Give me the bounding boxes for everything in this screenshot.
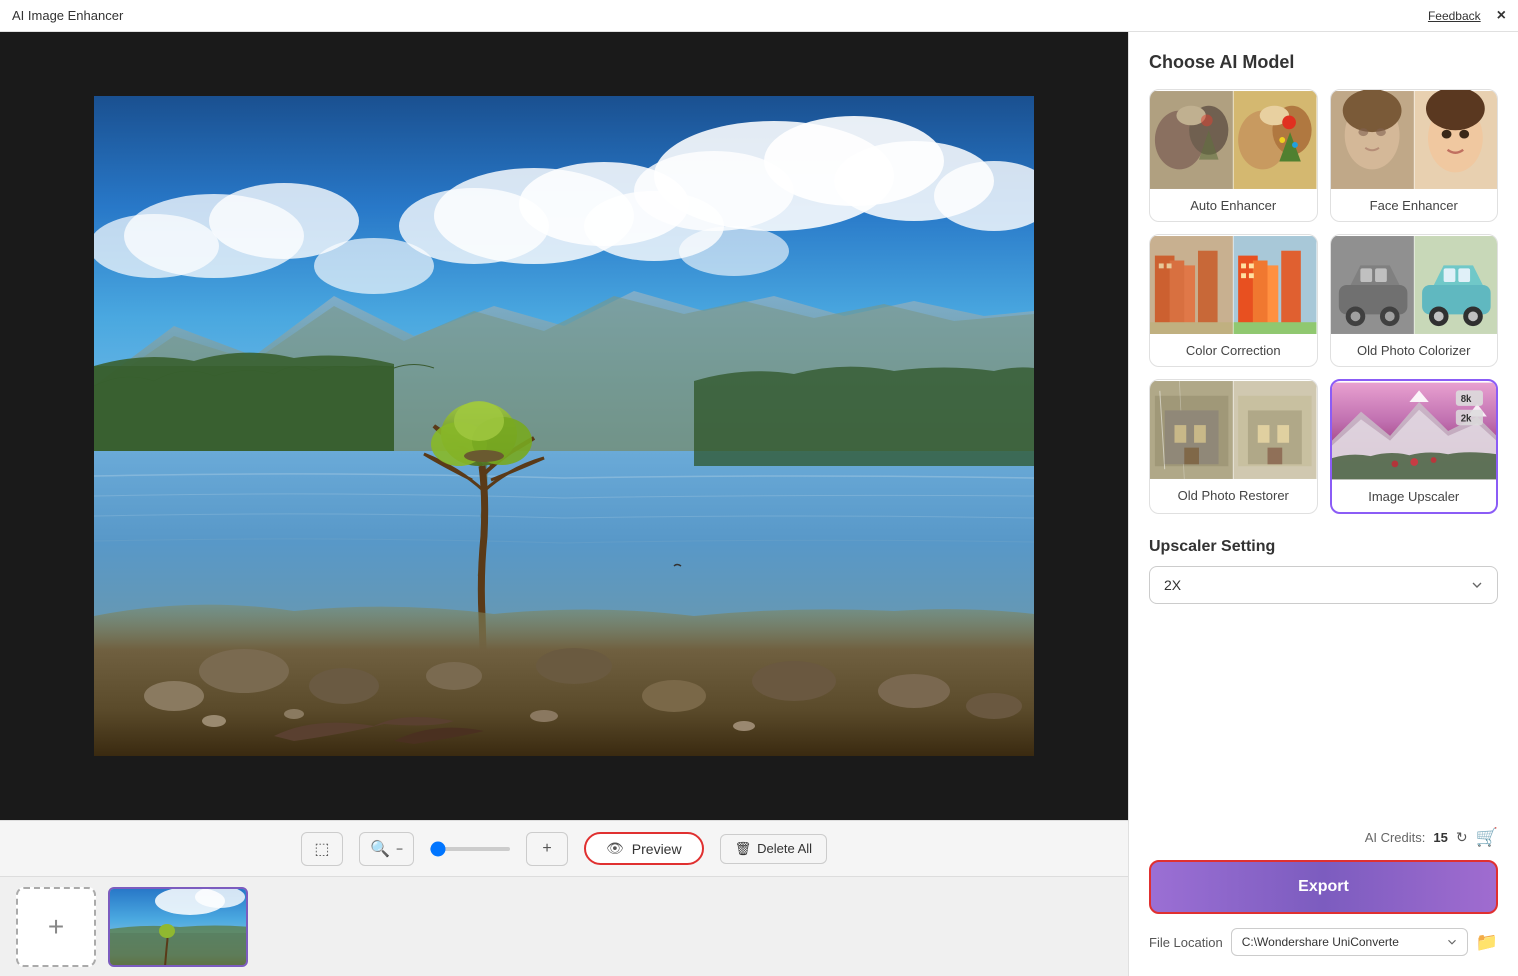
face-enhancer-image (1331, 90, 1498, 190)
upscaler-setting-title: Upscaler Setting (1149, 538, 1498, 556)
zoom-slider[interactable] (430, 847, 510, 851)
plus-icon: + (48, 911, 64, 943)
zoom-slider-container (430, 847, 510, 851)
svg-text:2k: 2k (1460, 413, 1471, 424)
thumbnail-strip: + (0, 876, 1128, 976)
zoom-out-button[interactable]: 🔍 − (359, 832, 414, 866)
main-image (94, 96, 1034, 756)
old-photo-colorizer-image (1331, 235, 1498, 335)
model-card-color-correction[interactable]: Color Correction (1149, 234, 1318, 367)
upscaler-setting-section: Upscaler Setting 2X 4X 8X (1149, 538, 1498, 604)
zoom-out-label: − (396, 842, 403, 856)
model-card-image-upscaler[interactable]: 8k 2k Image Upscaler (1330, 379, 1499, 514)
auto-enhancer-image (1150, 90, 1317, 190)
svg-text:8k: 8k (1460, 394, 1471, 405)
refresh-icon[interactable]: ↻ (1456, 829, 1468, 846)
old-photo-colorizer-label: Old Photo Colorizer (1331, 335, 1498, 366)
old-photo-restorer-label: Old Photo Restorer (1150, 480, 1317, 511)
old-photo-restorer-image (1150, 380, 1317, 480)
model-card-old-photo-colorizer[interactable]: Old Photo Colorizer (1330, 234, 1499, 367)
image-viewport (0, 32, 1128, 820)
cart-icon[interactable]: 🛒 (1476, 827, 1498, 848)
crop-icon: ⬚ (312, 839, 332, 859)
upscaler-setting-select[interactable]: 2X 4X 8X (1149, 566, 1498, 604)
zoom-in-button[interactable]: + (526, 832, 568, 866)
close-button[interactable]: × (1497, 7, 1506, 25)
trash-icon: 🗑 (735, 841, 752, 857)
image-upscaler-label: Image Upscaler (1332, 481, 1497, 512)
zoom-in-icon: + (537, 839, 557, 859)
title-bar-actions: Feedback × (1428, 7, 1506, 25)
model-grid: Auto Enhancer (1149, 89, 1498, 514)
app-title: AI Image Enhancer (12, 8, 123, 23)
credits-row: AI Credits: 15 ↻ 🛒 (1149, 827, 1498, 848)
eye-icon: 👁 (606, 840, 624, 857)
thumbnail-item[interactable] (108, 887, 248, 967)
left-panel: ⬚ 🔍 − + 👁 Preview 🗑 De (0, 32, 1128, 976)
auto-enhancer-label: Auto Enhancer (1150, 190, 1317, 221)
color-correction-image (1150, 235, 1317, 335)
preview-label: Preview (632, 841, 682, 857)
face-enhancer-label: Face Enhancer (1331, 190, 1498, 221)
model-section-title: Choose AI Model (1149, 52, 1498, 73)
export-button[interactable]: Export (1149, 860, 1498, 914)
file-location-select[interactable]: C:\Wondershare UniConverte (1231, 928, 1468, 956)
right-panel: Choose AI Model (1128, 32, 1518, 976)
delete-all-label: Delete All (757, 841, 812, 856)
main-layout: ⬚ 🔍 − + 👁 Preview 🗑 De (0, 32, 1518, 976)
model-card-old-photo-restorer[interactable]: Old Photo Restorer (1149, 379, 1318, 514)
file-location-label: File Location (1149, 935, 1223, 950)
crop-tool-button[interactable]: ⬚ (301, 832, 343, 866)
credits-value: 15 (1433, 830, 1447, 845)
feedback-link[interactable]: Feedback (1428, 9, 1481, 23)
zoom-out-icon: 🔍 (370, 839, 390, 859)
folder-icon[interactable]: 📁 (1476, 932, 1498, 953)
model-card-auto-enhancer[interactable]: Auto Enhancer (1149, 89, 1318, 222)
model-card-face-enhancer[interactable]: Face Enhancer (1330, 89, 1499, 222)
add-photo-button[interactable]: + (16, 887, 96, 967)
thumbnail-image (110, 889, 246, 965)
image-upscaler-image: 8k 2k (1332, 381, 1497, 481)
spacer (1149, 620, 1498, 827)
color-correction-label: Color Correction (1150, 335, 1317, 366)
credits-label: AI Credits: (1365, 830, 1426, 845)
image-toolbar: ⬚ 🔍 − + 👁 Preview 🗑 De (0, 820, 1128, 876)
file-location-row: File Location C:\Wondershare UniConverte… (1149, 928, 1498, 956)
delete-all-button[interactable]: 🗑 Delete All (720, 834, 827, 864)
title-bar: AI Image Enhancer Feedback × (0, 0, 1518, 32)
preview-button[interactable]: 👁 Preview (584, 832, 704, 865)
